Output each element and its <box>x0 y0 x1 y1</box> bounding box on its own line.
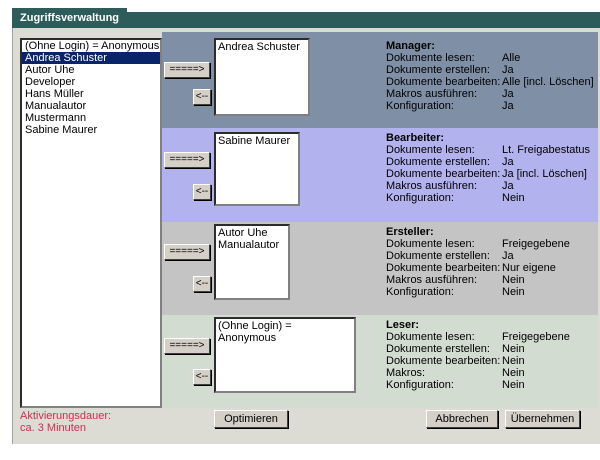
role-members-list[interactable]: Autor Uhe Manualautor <box>214 224 290 300</box>
perm-value: Nein <box>502 367 525 379</box>
perm-value: Nein <box>502 274 525 286</box>
role-info: Manager: Dokumente lesen: Alle Dokumente … <box>386 40 596 112</box>
member-item[interactable]: Andrea Schuster <box>218 41 306 53</box>
assign-button[interactable]: =====> <box>164 62 210 78</box>
member-item[interactable]: Autor Uhe <box>218 227 286 239</box>
apply-button[interactable]: Übernehmen <box>505 410 580 428</box>
role-title: Bearbeiter: <box>386 132 445 144</box>
remove-button[interactable]: <-- <box>193 89 211 105</box>
role-title: Leser: <box>386 319 420 331</box>
perm-value: Alle <box>502 52 521 64</box>
role-section-bearbeiter: =====> <-- Sabine Maurer Bearbeiter: Dok… <box>162 128 598 222</box>
assign-button[interactable]: =====> <box>164 244 210 260</box>
perm-label: Dokumente erstellen: <box>386 64 490 76</box>
member-item[interactable]: Manualautor <box>218 239 286 251</box>
perm-value: Ja <box>502 156 514 168</box>
perm-value: Alle [incl. Löschen] <box>502 76 594 88</box>
perm-value: Nein <box>502 379 525 391</box>
perm-label: Makros: <box>386 367 426 379</box>
role-title: Manager: <box>386 40 435 52</box>
perm-label: Konfiguration: <box>386 379 454 391</box>
list-item-selected[interactable]: Andrea Schuster <box>22 52 160 64</box>
perm-value: Ja <box>502 64 514 76</box>
perm-label: Dokumente lesen: <box>386 144 475 156</box>
remove-button[interactable]: <-- <box>193 184 211 200</box>
list-item[interactable]: Autor Uhe <box>22 64 160 76</box>
list-item[interactable]: Sabine Maurer <box>22 124 160 136</box>
list-item[interactable]: (Ohne Login) = Anonymous <box>22 40 160 52</box>
member-item[interactable]: Sabine Maurer <box>218 135 296 147</box>
remove-button[interactable]: <-- <box>193 276 211 292</box>
user-list[interactable]: (Ohne Login) = Anonymous Andrea Schuster… <box>20 38 162 408</box>
role-section-manager: =====> <-- Andrea Schuster Manager: Doku… <box>162 32 598 128</box>
list-item[interactable]: Developer <box>22 76 160 88</box>
remove-button[interactable]: <-- <box>193 369 211 385</box>
access-management-window: Zugriffsverwaltung (Ohne Login) = Anonym… <box>0 0 600 460</box>
member-item[interactable]: (Ohne Login) = Anonymous <box>218 320 352 344</box>
perm-label: Dokumente lesen: <box>386 238 475 250</box>
role-members-list[interactable]: (Ohne Login) = Anonymous <box>214 317 356 393</box>
perm-value: Lt. Freigabestatus <box>502 144 591 156</box>
assign-button[interactable]: =====> <box>164 152 210 168</box>
list-item[interactable]: Mustermann <box>22 112 160 124</box>
assign-button[interactable]: =====> <box>164 338 210 354</box>
list-item[interactable]: Manualautor <box>22 100 160 112</box>
list-item[interactable]: Hans Müller <box>22 88 160 100</box>
window-title: Zugriffsverwaltung <box>12 8 128 28</box>
role-info: Bearbeiter: Dokumente lesen: Lt. Freigabe… <box>386 132 596 204</box>
activation-label: Aktivierungsdauer: <box>20 410 112 422</box>
perm-label: Dokumente bearbeiten: <box>386 262 501 274</box>
perm-label: Dokumente bearbeiten: <box>386 168 501 180</box>
optimize-button[interactable]: Optimieren <box>214 410 288 428</box>
role-section-ersteller: =====> <-- Autor Uhe Manualautor Erstell… <box>162 222 598 315</box>
perm-value: Ja <box>502 100 514 112</box>
activation-value: ca. 3 Minuten <box>20 422 87 434</box>
perm-label: Makros ausführen: <box>386 180 478 192</box>
role-section-leser: =====> <-- (Ohne Login) = Anonymous Lese… <box>162 315 598 408</box>
perm-label: Konfiguration: <box>386 286 454 298</box>
perm-label: Dokumente erstellen: <box>386 156 490 168</box>
activation-note: Aktivierungsdauer: ca. 3 Minuten <box>20 410 111 434</box>
perm-value: Freigegebene <box>502 331 570 343</box>
perm-label: Dokumente lesen: <box>386 52 475 64</box>
perm-value: Freigegebene <box>502 238 570 250</box>
title-bar: Zugriffsverwaltung <box>12 8 600 28</box>
perm-label: Dokumente erstellen: <box>386 250 490 262</box>
perm-value: Ja <box>502 88 514 100</box>
role-members-list[interactable]: Andrea Schuster <box>214 38 310 116</box>
perm-label: Konfiguration: <box>386 100 454 112</box>
perm-value: Nein <box>502 355 525 367</box>
role-title: Ersteller: <box>386 226 434 238</box>
perm-label: Dokumente bearbeiten: <box>386 355 501 367</box>
perm-label: Makros ausführen: <box>386 274 478 286</box>
role-info: Ersteller: Dokumente lesen: Freigegebene … <box>386 226 596 298</box>
perm-label: Makros ausführen: <box>386 88 478 100</box>
role-members-list[interactable]: Sabine Maurer <box>214 132 300 206</box>
perm-value: Ja <box>502 180 514 192</box>
role-info: Leser: Dokumente lesen: Freigegebene Doku… <box>386 319 596 391</box>
perm-value: Nein <box>502 192 525 204</box>
perm-label: Dokumente erstellen: <box>386 343 490 355</box>
perm-value: Nur eigene <box>502 262 556 274</box>
perm-label: Dokumente lesen: <box>386 331 475 343</box>
perm-value: Nein <box>502 343 525 355</box>
perm-label: Dokumente bearbeiten: <box>386 76 501 88</box>
perm-value: Ja <box>502 250 514 262</box>
perm-value: Nein <box>502 286 525 298</box>
perm-value: Ja [incl. Löschen] <box>502 168 587 180</box>
cancel-button[interactable]: Abbrechen <box>426 410 498 428</box>
perm-label: Konfiguration: <box>386 192 454 204</box>
